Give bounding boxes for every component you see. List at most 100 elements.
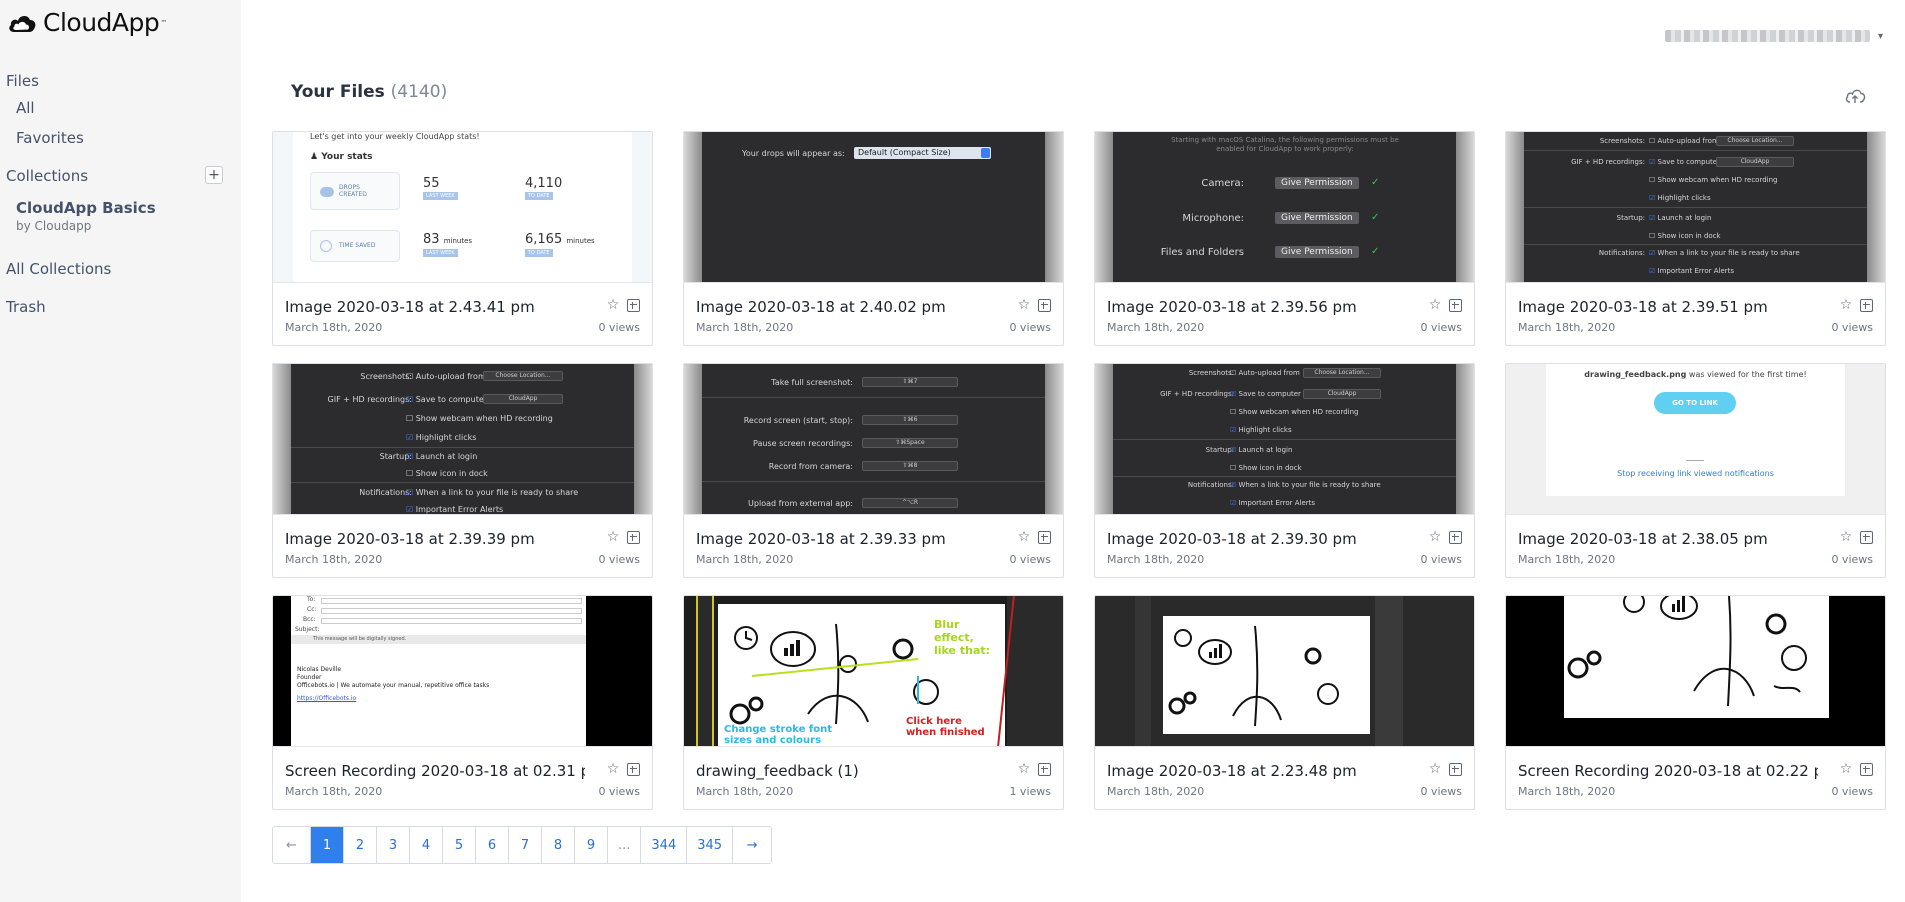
plus-box-icon[interactable] xyxy=(1859,530,1873,544)
page-5-button[interactable]: 5 xyxy=(443,827,476,863)
file-card[interactable]: To: Cc: Bcc: Subject: This message will … xyxy=(272,595,653,810)
shortcut-label: Record screen (start, stop): xyxy=(743,416,853,425)
prev-page-button[interactable]: ← xyxy=(273,827,311,863)
page-344-button[interactable]: 344 xyxy=(641,827,688,863)
file-card[interactable]: Your drops will appear as: Default (Comp… xyxy=(683,131,1064,346)
plus-box-icon[interactable] xyxy=(1859,298,1873,312)
collections-heading[interactable]: Collections xyxy=(6,167,88,185)
give-permission-button: Give Permission xyxy=(1275,212,1359,224)
sidebar-item-favorites[interactable]: Favorites xyxy=(16,129,84,147)
file-title[interactable]: Image 2020-03-18 at 2.40.02 pm xyxy=(696,298,946,316)
file-card[interactable]: Starting with macOS Catalina, the follow… xyxy=(1094,131,1475,346)
file-title[interactable]: Image 2020-03-18 at 2.39.56 pm xyxy=(1107,298,1357,316)
pref-label: Notifications: xyxy=(359,488,412,497)
star-icon[interactable]: ☆ xyxy=(606,298,620,312)
page-4-button[interactable]: 4 xyxy=(410,827,443,863)
file-card[interactable]: drawing_feedback.png was viewed for the … xyxy=(1505,363,1886,578)
cloud-upload-icon[interactable] xyxy=(1844,87,1866,105)
plus-box-icon[interactable] xyxy=(1448,530,1462,544)
file-card[interactable]: Let's get into your weekly CloudApp stat… xyxy=(272,131,653,346)
pref-option: ☑ Launch at login xyxy=(406,452,478,461)
stroke-annotation: Change stroke font sizes and colours xyxy=(724,724,833,746)
file-card[interactable]: Screenshots: ☐ Auto-upload from Choose L… xyxy=(1094,363,1475,578)
files-heading[interactable]: Files xyxy=(6,72,39,90)
camera-label: Camera: xyxy=(1201,178,1244,189)
file-title[interactable]: Image 2020-03-18 at 2.38.05 pm xyxy=(1518,530,1768,548)
file-thumbnail: Screenshots: ☐ Auto-upload from Choose L… xyxy=(1506,132,1885,283)
file-card[interactable]: Blur effect, like that: Change stroke fo… xyxy=(683,595,1064,810)
page-1-button[interactable]: 1 xyxy=(311,827,344,863)
plus-box-icon[interactable] xyxy=(626,530,640,544)
star-icon[interactable]: ☆ xyxy=(1017,530,1031,544)
file-date: March 18th, 2020 xyxy=(285,553,383,566)
page-9-button[interactable]: 9 xyxy=(575,827,608,863)
shortcut-label: Pause screen recordings: xyxy=(753,439,853,448)
plus-box-icon[interactable] xyxy=(1448,762,1462,776)
plus-box-icon[interactable] xyxy=(626,762,640,776)
pref-option: ☑ Important Error Alerts xyxy=(406,505,504,514)
file-views: 0 views xyxy=(598,785,640,798)
file-title[interactable]: Image 2020-03-18 at 2.39.33 pm xyxy=(696,530,946,548)
file-card[interactable]: Screen Recording 2020-03-18 at 02.22 pm … xyxy=(1505,595,1886,810)
page-6-button[interactable]: 6 xyxy=(476,827,509,863)
file-title[interactable]: Image 2020-03-18 at 2.39.39 pm xyxy=(285,530,535,548)
star-icon[interactable]: ☆ xyxy=(1428,298,1442,312)
pref-label: Screenshots: xyxy=(1599,137,1645,145)
plus-box-icon[interactable] xyxy=(1859,762,1873,776)
plus-box-icon[interactable] xyxy=(1037,530,1051,544)
star-icon[interactable]: ☆ xyxy=(1428,762,1442,776)
file-title[interactable]: drawing_feedback (1) xyxy=(696,762,859,780)
star-icon[interactable]: ☆ xyxy=(1839,530,1853,544)
file-title[interactable]: Image 2020-03-18 at 2.39.30 pm xyxy=(1107,530,1357,548)
file-card[interactable]: Take full screenshot: ⇧⌘7 Record screen … xyxy=(683,363,1064,578)
sidebar-item-all[interactable]: All xyxy=(16,99,35,117)
card-actions: ☆ xyxy=(606,762,640,776)
star-icon[interactable]: ☆ xyxy=(1017,298,1031,312)
star-icon[interactable]: ☆ xyxy=(1428,530,1442,544)
cloudapp-logo[interactable]: CloudApp ™ xyxy=(7,8,167,37)
shortcut-field: ⇧⌘Space xyxy=(862,438,958,448)
star-icon[interactable]: ☆ xyxy=(606,762,620,776)
star-icon[interactable]: ☆ xyxy=(1839,762,1853,776)
plus-box-icon[interactable] xyxy=(1037,298,1051,312)
drops-label: DROPS CREATED xyxy=(339,184,367,198)
file-title[interactable]: Image 2020-03-18 at 2.39.51 pm xyxy=(1518,298,1768,316)
clock-icon xyxy=(320,240,332,252)
plus-box-icon[interactable] xyxy=(626,298,640,312)
page-345-button[interactable]: 345 xyxy=(687,827,734,863)
sidebar-item-cloudapp-basics[interactable]: CloudApp Basics xyxy=(16,199,156,217)
plus-box-icon[interactable] xyxy=(1037,762,1051,776)
pref-field: CloudApp xyxy=(1303,389,1381,399)
star-icon[interactable]: ☆ xyxy=(1017,762,1031,776)
next-page-button[interactable]: → xyxy=(733,827,772,863)
card-actions: ☆ xyxy=(1839,530,1873,544)
plus-box-icon[interactable] xyxy=(1448,298,1462,312)
drops-total: 4,110 xyxy=(525,176,563,191)
page-2-button[interactable]: 2 xyxy=(344,827,377,863)
file-card[interactable]: Screenshots: ☐ Auto-upload from Choose L… xyxy=(272,363,653,578)
page-ellipsis: ... xyxy=(608,827,642,863)
pref-label: GIF + HD recordings: xyxy=(327,395,412,404)
file-title[interactable]: Screen Recording 2020-03-18 at 02.22 pm xyxy=(1518,762,1818,780)
page-8-button[interactable]: 8 xyxy=(542,827,575,863)
user-menu[interactable]: ▾ xyxy=(1664,30,1883,42)
file-title[interactable]: Image 2020-03-18 at 2.23.48 pm xyxy=(1107,762,1357,780)
sidebar-item-all-collections[interactable]: All Collections xyxy=(6,260,111,278)
file-views: 0 views xyxy=(1831,321,1873,334)
add-collection-button[interactable]: + xyxy=(205,166,223,184)
pref-option: ☑ Important Error Alerts xyxy=(1230,499,1316,507)
sidebar-item-trash[interactable]: Trash xyxy=(6,298,46,316)
page-7-button[interactable]: 7 xyxy=(509,827,542,863)
pref-option: ☐ Show webcam when HD recording xyxy=(1649,176,1778,184)
file-card[interactable]: Screenshots: ☐ Auto-upload from Choose L… xyxy=(1505,131,1886,346)
star-icon[interactable]: ☆ xyxy=(1839,298,1853,312)
shortcut-label: Upload from external app: xyxy=(748,499,853,508)
file-views: 0 views xyxy=(1831,553,1873,566)
give-permission-button: Give Permission xyxy=(1275,177,1359,189)
page-3-button[interactable]: 3 xyxy=(377,827,410,863)
file-title[interactable]: Image 2020-03-18 at 2.43.41 pm xyxy=(285,298,535,316)
star-icon[interactable]: ☆ xyxy=(606,530,620,544)
file-title[interactable]: Screen Recording 2020-03-18 at 02.31 pm xyxy=(285,762,585,780)
file-card[interactable]: Image 2020-03-18 at 2.23.48 pm ☆ March 1… xyxy=(1094,595,1475,810)
pref-option: ☑ When a link to your file is ready to s… xyxy=(1230,481,1381,489)
